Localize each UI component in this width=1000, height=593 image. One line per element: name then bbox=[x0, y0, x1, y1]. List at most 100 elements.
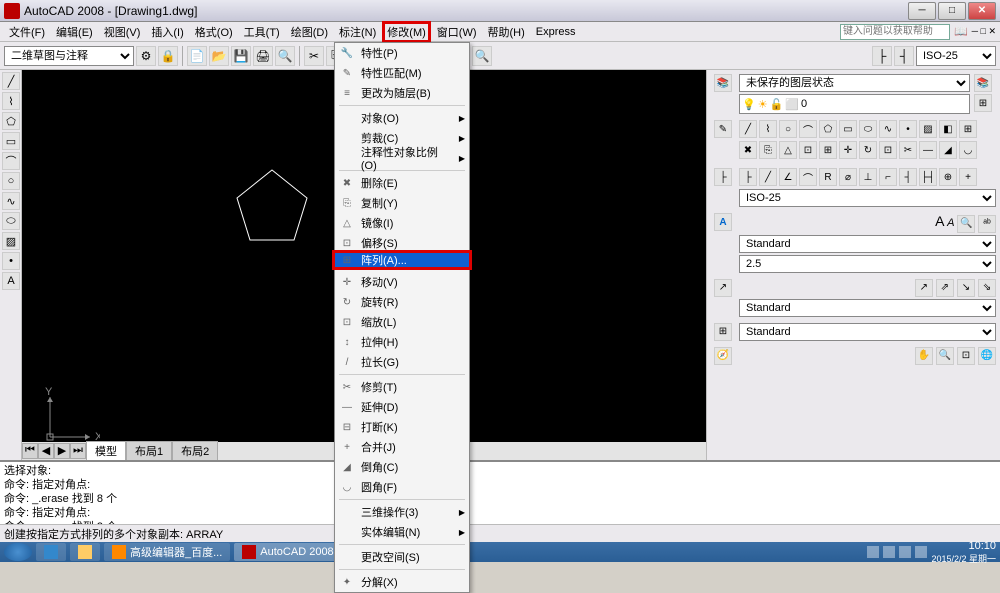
menu-file[interactable]: 文件(F) bbox=[4, 22, 50, 42]
dim-jog-icon[interactable]: ⌐ bbox=[879, 168, 897, 186]
menu-view[interactable]: 视图(V) bbox=[99, 22, 146, 42]
menu-item-22[interactable]: 三维操作(3)▶ bbox=[335, 502, 469, 522]
text-tool-icon[interactable]: A bbox=[2, 272, 20, 290]
tray-icon[interactable] bbox=[915, 546, 927, 558]
tb-preview-icon[interactable]: 🔍 bbox=[275, 46, 295, 66]
draw-rect-icon[interactable]: ▭ bbox=[839, 120, 857, 138]
menu-modify[interactable]: 修改(M) bbox=[382, 21, 431, 43]
mod-trim-icon[interactable]: ✂ bbox=[899, 141, 917, 159]
text-spell-icon[interactable]: ᵃᵇ bbox=[978, 215, 996, 233]
mod-array-icon[interactable]: ⊞ bbox=[819, 141, 837, 159]
mod-extend-icon[interactable]: — bbox=[919, 141, 937, 159]
tb-open-icon[interactable]: 📂 bbox=[209, 46, 229, 66]
menu-insert[interactable]: 插入(I) bbox=[146, 22, 188, 42]
menu-item-12[interactable]: ↻旋转(R) bbox=[335, 292, 469, 312]
layer-tool-icon[interactable]: 📚 bbox=[974, 74, 992, 92]
menu-draw[interactable]: 绘图(D) bbox=[286, 22, 333, 42]
maximize-button[interactable]: □ bbox=[938, 2, 966, 20]
menu-express[interactable]: Express bbox=[531, 24, 581, 40]
spline-tool-icon[interactable]: ∿ bbox=[2, 192, 20, 210]
menu-item-15[interactable]: /拉长(G) bbox=[335, 352, 469, 372]
mod-rotate-icon[interactable]: ↻ bbox=[859, 141, 877, 159]
polygon-tool-icon[interactable]: ⬠ bbox=[2, 112, 20, 130]
draw-circle-icon[interactable]: ○ bbox=[779, 120, 797, 138]
tab-layout2[interactable]: 布局2 bbox=[172, 441, 218, 461]
draw-spl-icon[interactable]: ∿ bbox=[879, 120, 897, 138]
nav-ext-icon[interactable]: ⊡ bbox=[957, 347, 975, 365]
help-search-input[interactable] bbox=[840, 24, 950, 40]
tb-setting-icon[interactable]: ⚙ bbox=[136, 46, 156, 66]
tb-zoom-icon[interactable]: 🔍 bbox=[472, 46, 492, 66]
leader-2-icon[interactable]: ⇗ bbox=[936, 279, 954, 297]
menu-item-2[interactable]: ≡更改为随层(B) bbox=[335, 83, 469, 103]
layer-current-combo[interactable]: 💡☀🔓⬜ 0 bbox=[739, 94, 970, 114]
menu-item-25[interactable]: ✦分解(X) bbox=[335, 572, 469, 592]
draw-line-icon[interactable]: ╱ bbox=[739, 120, 757, 138]
dim-dia-icon[interactable]: ⌀ bbox=[839, 168, 857, 186]
tab-last-icon[interactable]: ⏭ bbox=[70, 443, 86, 459]
tb-save-icon[interactable]: 💾 bbox=[231, 46, 251, 66]
nav-zoom-icon[interactable]: 🔍 bbox=[936, 347, 954, 365]
menu-item-0[interactable]: 🔧特性(P) bbox=[335, 43, 469, 63]
menu-item-3[interactable]: 对象(O)▶ bbox=[335, 108, 469, 128]
task-browser[interactable]: 高级编辑器_百度... bbox=[104, 543, 230, 561]
nav-panel-icon[interactable]: 🧭 bbox=[714, 347, 732, 365]
mod-mirror-icon[interactable]: △ bbox=[779, 141, 797, 159]
minimize-button[interactable]: ─ bbox=[908, 2, 936, 20]
leader-3-icon[interactable]: ↘ bbox=[957, 279, 975, 297]
menu-item-19[interactable]: +合并(J) bbox=[335, 437, 469, 457]
table-combo[interactable]: Standard bbox=[739, 323, 996, 341]
menu-item-17[interactable]: —延伸(D) bbox=[335, 397, 469, 417]
menu-item-13[interactable]: ⊡缩放(L) bbox=[335, 312, 469, 332]
dim-ord-icon[interactable]: ⊥ bbox=[859, 168, 877, 186]
dim-tol-icon[interactable]: ⊕ bbox=[939, 168, 957, 186]
pline-tool-icon[interactable]: ⌇ bbox=[2, 92, 20, 110]
tab-model[interactable]: 模型 bbox=[86, 441, 126, 461]
tb-cut-icon[interactable]: ✂ bbox=[304, 46, 324, 66]
table-panel-icon[interactable]: ⊞ bbox=[714, 323, 732, 341]
draw-tbl-icon[interactable]: ⊞ bbox=[959, 120, 977, 138]
draw-panel-icon[interactable]: ✎ bbox=[714, 120, 732, 138]
dim-ctr-icon[interactable]: + bbox=[959, 168, 977, 186]
leader-panel-icon[interactable]: ↗ bbox=[714, 279, 732, 297]
tb-new-icon[interactable]: 📄 bbox=[187, 46, 207, 66]
mod-chamfer-icon[interactable]: ◢ bbox=[939, 141, 957, 159]
menu-item-6[interactable]: ✖删除(E) bbox=[335, 173, 469, 193]
arc-tool-icon[interactable]: ⌒ bbox=[2, 152, 20, 170]
draw-pline-icon[interactable]: ⌇ bbox=[759, 120, 777, 138]
menu-item-7[interactable]: ⎘复制(Y) bbox=[335, 193, 469, 213]
leader-4-icon[interactable]: ⇘ bbox=[978, 279, 996, 297]
dim-bl-icon[interactable]: ┤ bbox=[899, 168, 917, 186]
layer-state-combo[interactable]: 未保存的图层状态 bbox=[739, 74, 970, 92]
mod-scale-icon[interactable]: ⊡ bbox=[879, 141, 897, 159]
menu-item-24[interactable]: 更改空间(S) bbox=[335, 547, 469, 567]
draw-hatch-icon[interactable]: ▨ bbox=[919, 120, 937, 138]
textheight-combo[interactable]: 2.5 bbox=[739, 255, 996, 273]
dim-panel-icon[interactable]: ├ bbox=[714, 168, 732, 186]
tb-print-icon[interactable]: 🖨 bbox=[253, 46, 273, 66]
menu-window[interactable]: 窗口(W) bbox=[432, 22, 482, 42]
dim-cont-icon[interactable]: ├┤ bbox=[919, 168, 937, 186]
leader-combo[interactable]: Standard bbox=[739, 299, 996, 317]
draw-poly-icon[interactable]: ⬠ bbox=[819, 120, 837, 138]
dim-lin-icon[interactable]: ├ bbox=[739, 168, 757, 186]
tab-layout1[interactable]: 布局1 bbox=[126, 441, 172, 461]
menu-item-11[interactable]: ✛移动(V) bbox=[335, 272, 469, 292]
draw-arc-icon[interactable]: ⌒ bbox=[799, 120, 817, 138]
task-ie-icon[interactable] bbox=[36, 543, 66, 561]
ellipse-tool-icon[interactable]: ⬭ bbox=[2, 212, 20, 230]
menu-item-16[interactable]: ✂修剪(T) bbox=[335, 377, 469, 397]
menu-dimension[interactable]: 标注(N) bbox=[334, 22, 381, 42]
dimstyle-panel-combo[interactable]: ISO-25 bbox=[739, 189, 996, 207]
menu-format[interactable]: 格式(O) bbox=[190, 22, 238, 42]
draw-reg-icon[interactable]: ◧ bbox=[939, 120, 957, 138]
mod-erase-icon[interactable]: ✖ bbox=[739, 141, 757, 159]
menu-help[interactable]: 帮助(H) bbox=[483, 22, 530, 42]
rect-tool-icon[interactable]: ▭ bbox=[2, 132, 20, 150]
command-window[interactable]: 选择对象: 命令: 指定对角点: 命令: _.erase 找到 8 个 命令: … bbox=[0, 460, 1000, 524]
menu-item-21[interactable]: ◡圆角(F) bbox=[335, 477, 469, 497]
menu-tools[interactable]: 工具(T) bbox=[239, 22, 285, 42]
layer-panel-icon[interactable]: 📚 bbox=[714, 74, 732, 92]
help-icon[interactable]: 📖 bbox=[954, 25, 968, 38]
dim-arc-icon[interactable]: ⌒ bbox=[799, 168, 817, 186]
